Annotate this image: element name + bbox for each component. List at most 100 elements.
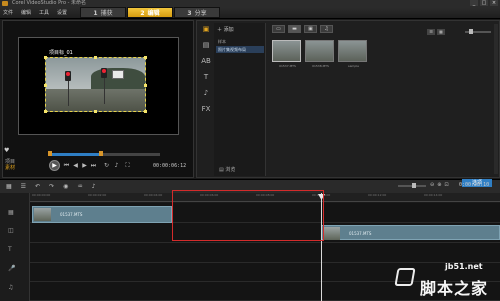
resize-handle[interactable] (144, 84, 147, 87)
resize-handle[interactable] (144, 56, 147, 59)
storyboard-view-icon[interactable]: ▦ (6, 183, 12, 190)
app-logo-icon (2, 1, 8, 6)
timeline-zoom-icons: ⊖ ⊕ ⊡ (430, 182, 449, 188)
preview-mode-toggle: 项目 素材 (5, 159, 15, 171)
ruler-tick: 00:00:00:00 (32, 193, 51, 197)
menu-file[interactable]: 文件 (3, 9, 13, 16)
tab-share[interactable]: 3 分享 (174, 7, 220, 18)
fit-project-icon[interactable]: ⊡ (444, 182, 448, 188)
folder-item-selected[interactable]: 照片集视频布局 (216, 46, 264, 53)
redo-icon[interactable]: ↷ (49, 183, 54, 190)
voice-track-icon[interactable]: 🎤 (8, 265, 15, 272)
preview-timecode[interactable]: 00:00:06:12 (153, 163, 186, 169)
favorite-icon[interactable]: ♥ (4, 147, 9, 154)
trim-start-marker[interactable] (48, 151, 52, 156)
tab-edit[interactable]: 2 编辑 (127, 7, 173, 18)
auto-music-icon[interactable]: ♪ (92, 183, 96, 190)
show-video-icon[interactable]: ▬ (288, 25, 301, 33)
thumbnail-view-icon[interactable]: ▦ (437, 29, 445, 35)
traffic-light-icon-2 (101, 68, 107, 78)
title-track-icon[interactable]: T (8, 246, 12, 253)
step-forward-button[interactable]: ▶ (81, 162, 88, 169)
highlight-box (172, 190, 324, 241)
undo-icon[interactable]: ↶ (35, 183, 40, 190)
menu-settings[interactable]: 设置 (57, 9, 67, 16)
menu-tools[interactable]: 工具 (39, 9, 49, 16)
play-button[interactable]: ▶ (49, 160, 60, 171)
library-toolbar: ▭ ▬ ▣ ♫ (272, 25, 333, 33)
menu-items: 文件 编辑 工具 设置 (3, 9, 67, 16)
record-capture-icon[interactable]: ◉ (63, 183, 68, 190)
minimize-button[interactable]: _ (470, 0, 478, 6)
timeline-view-icon[interactable]: ☰ (21, 183, 26, 190)
timeline-clip[interactable]: 01537.MTS (32, 206, 172, 223)
resize-handle[interactable] (144, 110, 147, 113)
title-track[interactable] (30, 243, 500, 263)
list-view-icon[interactable]: ☰ (427, 29, 435, 35)
step-back-button[interactable]: ◀ (72, 162, 79, 169)
watermark-site: jb51.net (445, 262, 483, 271)
resize-handle[interactable] (44, 110, 47, 113)
ruler-tick: 00:00:14:00 (424, 193, 443, 197)
menu-edit[interactable]: 编辑 (21, 9, 31, 16)
close-button[interactable]: × (490, 0, 498, 6)
library-scrollbar[interactable] (494, 24, 498, 174)
home-button[interactable]: ⏮ (63, 162, 70, 169)
trim-end-marker[interactable] (99, 151, 103, 156)
browse-button[interactable]: ▤ 浏览 (219, 166, 235, 173)
road-sign (112, 70, 124, 79)
instant-project-icon[interactable]: ▤ (203, 41, 210, 49)
media-thumbnail[interactable]: 01537.MTS (272, 40, 301, 68)
trim-selection (50, 153, 100, 156)
ruler-tick: 00:00:02:00 (88, 193, 107, 197)
slider-knob[interactable] (412, 183, 416, 188)
graphic-icon[interactable]: ♪ (204, 89, 208, 97)
show-audio-icon[interactable]: ♫ (320, 25, 333, 33)
end-button[interactable]: ⏭ (90, 162, 97, 169)
view-toggle: ☰ ▦ (427, 29, 445, 35)
volume-button[interactable]: ♪ (113, 162, 120, 169)
transition-icon[interactable]: AB (201, 57, 211, 65)
media-thumbnails: 01537.MTS 01538.MTS sample (272, 40, 367, 68)
repeat-button[interactable]: ↻ (103, 162, 110, 169)
clip-frame[interactable] (44, 56, 147, 113)
add-folder-button[interactable]: ＋ 添加 (217, 26, 234, 33)
resize-handle[interactable] (94, 56, 97, 59)
plus-icon: ＋ (217, 27, 224, 33)
zoom-out-icon[interactable]: ⊖ (430, 182, 434, 188)
timeline-tools: ▦ ☰ ↶ ↷ ◉ ♒ ♪ (6, 183, 96, 190)
video-track-icon[interactable]: ▦ (8, 209, 14, 216)
media-thumbnail[interactable]: 01538.MTS (305, 40, 334, 68)
video-frame-road (46, 88, 145, 111)
show-photo-icon[interactable]: ▣ (304, 25, 317, 33)
fullscreen-button[interactable]: ⛶ (124, 162, 131, 169)
maximize-button[interactable]: □ (480, 0, 488, 6)
library-category-bar: ▣ ▤ AB T ♪ FX (199, 25, 213, 113)
timeline-timecode[interactable]: 0:00:28:10 (459, 182, 489, 188)
ruler-tick: 00:00:04:00 (144, 193, 163, 197)
window-controls: _ □ × (470, 0, 498, 7)
clip-thumbnail (323, 227, 340, 240)
clip-label: 01537.MTS (349, 231, 372, 236)
timeline-clip[interactable]: 01537.MTS (321, 225, 500, 240)
folder-item-sample[interactable]: 样本 (218, 39, 226, 45)
resize-handle[interactable] (94, 110, 97, 113)
resize-handle[interactable] (44, 84, 47, 87)
import-folder-icon[interactable]: ▭ (272, 25, 285, 33)
ruler-tick: 00:00:12:00 (368, 193, 387, 197)
media-thumbnail[interactable]: sample (338, 40, 367, 68)
slider-knob[interactable] (469, 29, 473, 34)
title-icon[interactable]: T (204, 73, 208, 81)
filter-fx-icon[interactable]: FX (202, 105, 211, 113)
music-track-icon[interactable]: ♫ (8, 284, 13, 291)
zoom-in-icon[interactable]: ⊕ (437, 182, 441, 188)
sound-mixer-icon[interactable]: ♒ (77, 183, 82, 190)
media-category-icon[interactable]: ▣ (203, 25, 210, 33)
menu-bar (0, 7, 500, 19)
resize-handle[interactable] (44, 56, 47, 59)
mode-clip[interactable]: 素材 (5, 165, 15, 171)
overlay-track-icon[interactable]: ◫ (8, 227, 14, 234)
traffic-light-icon (65, 71, 71, 81)
tab-capture[interactable]: 1 捕获 (80, 7, 126, 18)
watermark-logo-icon (394, 268, 416, 286)
